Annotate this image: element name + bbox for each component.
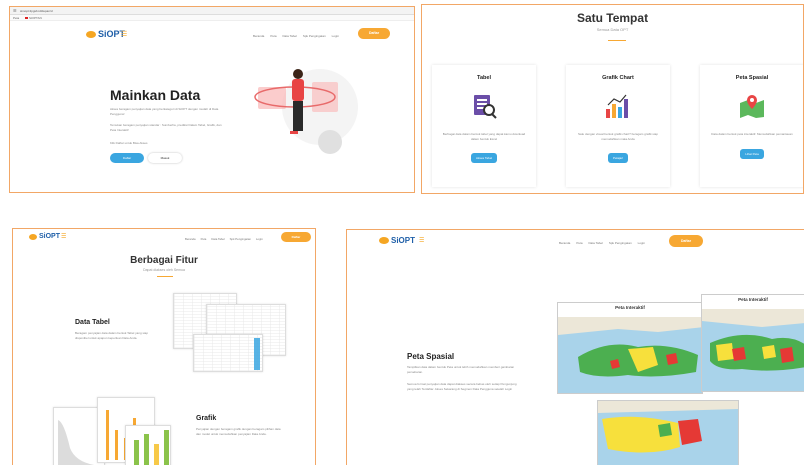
peta-paragraph-2: Semua format penyajian data dapat diakse…	[407, 382, 517, 391]
map-pin-icon	[740, 95, 764, 118]
hamburger-icon[interactable]: ☰	[121, 31, 127, 38]
map-2-regions	[702, 309, 804, 371]
tab-flag-icon	[25, 17, 28, 19]
akses-tabel-button[interactable]: Akses Tabel	[470, 153, 498, 163]
browser-bar: ☰ simopt.tlpgsb.id/depan/d	[10, 7, 414, 15]
nav-peta[interactable]: Peta	[201, 237, 207, 241]
nav-login[interactable]: Login	[256, 237, 263, 241]
section-subtitle: Semua Data OPT	[596, 27, 629, 32]
map-2-title: Peta Interaktif	[738, 297, 768, 302]
logo-mark-icon	[29, 233, 37, 240]
card-peta: Peta Spasial Data dalam bentuk peta inte…	[700, 65, 803, 187]
siopt-logo[interactable]: SiOPT	[379, 236, 415, 245]
hero-paragraph-3: Klik Daftar untuk Bisa Akses	[110, 141, 148, 145]
hero-masuk-button[interactable]: Masuk	[148, 153, 182, 163]
card-tabel: Tabel Berbagai data dalam bentuk tabel y…	[432, 65, 536, 187]
section-title: Berbagai Fitur	[130, 255, 198, 266]
browser-tab-sioptan[interactable]: SiOPTAN	[25, 16, 42, 20]
person-body	[292, 79, 304, 101]
illustration-panel-right	[312, 82, 338, 112]
map-2-canvas	[702, 309, 804, 391]
top-nav: Beranda Peta Data Tabel Spk Pengingatan …	[185, 237, 263, 241]
panel-peta-spasial: SiOPT ☰ Beranda Peta Data Tabel Spk Peng…	[346, 229, 804, 465]
map-1-title: Peta Interaktif	[615, 305, 645, 310]
table-column-highlight	[254, 338, 260, 370]
illustration-plant	[318, 130, 342, 154]
table-screenshot-3	[193, 334, 263, 372]
nav-beranda[interactable]: Beranda	[253, 34, 264, 38]
nav-spk[interactable]: Spk Pengingatan	[303, 34, 326, 38]
feature-data-tabel-title: Data Tabel	[75, 319, 110, 326]
card-peta-title: Peta Spasial	[735, 75, 769, 81]
hero-paragraph-2: Temukan beragam penyajian standar : Sumb…	[110, 123, 222, 132]
panel-berbagai-fitur: SiOPT ☰ Beranda Peta Data Tabel Spk Peng…	[12, 228, 316, 465]
card-grafik-desc: Satu dengan visual bentuk grafik chart? …	[578, 132, 658, 141]
map-1-regions	[558, 317, 702, 377]
nav-beranda[interactable]: Beranda	[185, 237, 196, 241]
top-nav: Beranda Peta Data Tabel Spk Pengingatan …	[253, 34, 339, 38]
chart-screenshot-3	[125, 425, 171, 465]
panel-hero: ☰ simopt.tlpgsb.id/depan/d Peta SiOPTAN …	[9, 6, 415, 193]
nav-spk[interactable]: Spk Pengingatan	[609, 241, 632, 245]
map-screenshot-1: Peta Interaktif	[557, 302, 703, 394]
nav-data-tabel[interactable]: Data Tabel	[589, 241, 603, 245]
section-title: Peta Spasial	[407, 352, 455, 361]
person-shoe	[290, 131, 298, 134]
hero-paragraph-1: Akses beragam penyajian data yang berkat…	[110, 107, 219, 116]
top-nav: Beranda Peta Data Tabel Spk Pengingatan …	[559, 241, 645, 245]
feature-grafik-desc: Penyajian dengan beragam grafik dengan b…	[196, 427, 281, 436]
section-title: Satu Tempat	[576, 11, 649, 25]
hamburger-icon[interactable]: ☰	[61, 234, 66, 240]
peta-paragraph-1: Tampilkan data dalam bentuk Peta untuk l…	[407, 365, 515, 374]
hamburger-icon[interactable]: ☰	[419, 238, 424, 244]
browser-menu-icon[interactable]: ☰	[13, 8, 17, 13]
logo-mark-icon	[86, 30, 96, 38]
nav-data-tabel[interactable]: Data Tabel	[283, 34, 297, 38]
card-grafik: Grafik Chart Satu dengan visual bentuk g…	[566, 65, 670, 187]
browser-tab-peta[interactable]: Peta	[13, 16, 19, 20]
person-legs	[293, 101, 303, 131]
person-head	[293, 69, 303, 79]
title-underline	[608, 40, 626, 41]
panel-satu-tempat: Satu Tempat Semua Data OPT Tabel Berbaga…	[421, 4, 804, 194]
browser-tabs: Peta SiOPTAN	[10, 15, 414, 21]
nav-peta[interactable]: Peta	[270, 34, 276, 38]
table-search-icon	[474, 95, 497, 119]
card-tabel-desc: Berbagai data dalam bentuk tabel yang da…	[442, 132, 526, 141]
feature-data-tabel-desc: Beragam penyajian data dalam bentuk Tabe…	[75, 331, 148, 340]
card-tabel-title: Tabel	[477, 75, 491, 81]
daftar-nav-button[interactable]: Daftar	[281, 232, 311, 242]
nav-beranda[interactable]: Beranda	[559, 241, 570, 245]
browser-url[interactable]: simopt.tlpgsb.id/depan/d	[20, 9, 53, 13]
map-1-canvas	[558, 317, 702, 393]
hero-daftar-button[interactable]: Daftar	[110, 153, 144, 163]
lihat-peta-button[interactable]: Lihat Peta	[740, 148, 764, 159]
hero-illustration	[254, 69, 358, 154]
nav-peta[interactable]: Peta	[576, 241, 582, 245]
siopt-logo[interactable]: SiOPT	[86, 29, 125, 39]
bar-chart-icon	[606, 94, 628, 118]
green-bar-chart	[134, 430, 169, 465]
card-grafik-title: Grafik Chart	[602, 75, 634, 81]
logo-mark-icon	[379, 237, 389, 244]
nav-login[interactable]: Login	[332, 34, 339, 38]
nav-data-tabel[interactable]: Data Tabel	[211, 237, 224, 241]
section-subtitle: Dapat diakses oleh Semua	[143, 268, 185, 272]
siopt-logo[interactable]: SiOPT	[29, 233, 60, 240]
nav-spk[interactable]: Spk Pengingatan	[230, 237, 251, 241]
title-underline	[157, 276, 173, 277]
daftar-nav-button[interactable]: Daftar	[669, 235, 703, 247]
map-3-regions	[598, 401, 738, 453]
daftar-nav-button[interactable]: Daftar	[358, 28, 390, 39]
feature-grafik-title: Grafik	[196, 415, 217, 422]
hero-title: Mainkan Data	[110, 87, 201, 103]
card-peta-desc: Data dalam bentuk peta interaktif. Memud…	[711, 132, 793, 136]
map-screenshot-3	[597, 400, 739, 465]
nav-login[interactable]: Login	[638, 241, 645, 245]
map-screenshot-2: Peta Interaktif	[701, 294, 804, 392]
pelajari-button[interactable]: Pelajari	[607, 153, 628, 163]
